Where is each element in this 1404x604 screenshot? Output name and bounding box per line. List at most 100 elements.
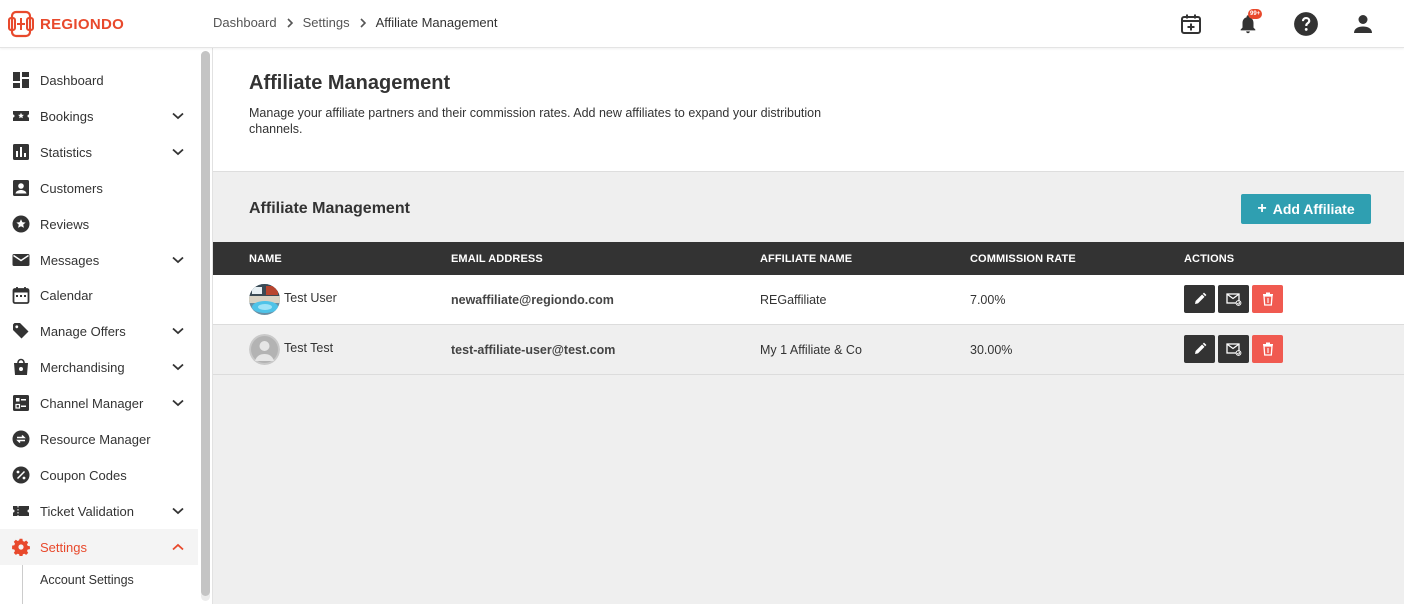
cell-email: newaffiliate@regiondo.com xyxy=(451,293,614,307)
sidebar-item-merchandising[interactable]: Merchandising xyxy=(0,349,198,385)
page-description: Manage your affiliate partners and their… xyxy=(249,106,822,136)
bell-icon[interactable]: 99+ xyxy=(1235,9,1263,37)
sidebar-item-label: Messages xyxy=(40,252,100,268)
sidebar-item-label: Resource Manager xyxy=(40,431,151,447)
bar-chart-icon xyxy=(12,143,30,161)
logo[interactable]: REGIONDO xyxy=(8,9,124,39)
delete-icon xyxy=(1262,292,1273,306)
chevron-down-icon[interactable] xyxy=(170,395,186,411)
sidebar-item-manage-offers[interactable]: Manage Offers xyxy=(0,313,198,349)
sidebar-item-channel-manager[interactable]: Channel Manager xyxy=(0,385,198,421)
table-row: Test Test test-affiliate-user@test.com M… xyxy=(213,325,1404,375)
chevron-down-icon[interactable] xyxy=(170,144,186,160)
regiondo-logo-icon xyxy=(8,10,34,38)
column-header-actions: ACTIONS xyxy=(1184,253,1235,265)
column-header-affiliate-name[interactable]: AFFILIATE NAME xyxy=(760,253,852,265)
checklist-icon xyxy=(12,394,30,412)
sidebar-item-label: Reviews xyxy=(40,216,90,232)
sidebar-item-label: Merchandising xyxy=(40,359,125,375)
dashboard-icon xyxy=(12,71,30,89)
person-box-icon xyxy=(12,179,30,197)
sidebar-item-label: Dashboard xyxy=(40,72,104,88)
help-icon[interactable] xyxy=(1293,11,1319,37)
sidebar-item-label: Channel Manager xyxy=(40,395,144,411)
star-circle-icon xyxy=(12,215,30,233)
cell-affiliate-name: REGaffiliate xyxy=(760,293,827,307)
add-affiliate-button[interactable]: + Add Affiliate xyxy=(1241,194,1371,224)
page-title: Affiliate Management xyxy=(249,72,451,94)
cell-commission-rate: 30.00% xyxy=(970,343,1013,357)
delete-icon xyxy=(1262,342,1273,356)
resend-mail-icon xyxy=(1225,343,1241,356)
sidebar-item-statistics[interactable]: Statistics xyxy=(0,134,198,170)
column-header-commission-rate[interactable]: COMMISSION RATE xyxy=(970,253,1076,265)
avatar xyxy=(249,284,280,315)
sidebar-item-label: Statistics xyxy=(40,144,93,160)
column-header-name[interactable]: NAME xyxy=(249,253,282,265)
breadcrumb-dashboard[interactable]: Dashboard xyxy=(213,15,277,30)
chevron-down-icon[interactable] xyxy=(170,108,186,124)
delete-button[interactable] xyxy=(1252,285,1283,313)
chevron-up-icon[interactable] xyxy=(170,539,186,555)
sidebar-item-messages[interactable]: Messages xyxy=(0,242,198,278)
cell-name: Test User xyxy=(284,291,337,305)
edit-icon xyxy=(1194,292,1206,304)
sidebar-scroll-thumb[interactable] xyxy=(201,51,210,596)
avatar xyxy=(249,334,280,365)
breadcrumb-current: Affiliate Management xyxy=(375,15,498,30)
delete-button[interactable] xyxy=(1252,335,1283,363)
chevron-right-icon xyxy=(286,17,294,28)
sidebar-item-ticket-validation[interactable]: Ticket Validation xyxy=(0,493,198,529)
sidebar-item-coupon-codes[interactable]: Coupon Codes xyxy=(0,457,198,493)
sidebar-item-label: Ticket Validation xyxy=(40,503,134,519)
mail-icon xyxy=(12,251,30,269)
user-icon[interactable] xyxy=(1350,11,1376,37)
cell-name: Test Test xyxy=(284,341,334,355)
chevron-down-icon[interactable] xyxy=(170,503,186,519)
resend-mail-button[interactable] xyxy=(1218,335,1249,363)
sidebar-item-customers[interactable]: Customers xyxy=(0,170,198,206)
gear-icon xyxy=(12,538,30,556)
ticket-icon xyxy=(12,502,30,520)
calendar-add-icon[interactable] xyxy=(1178,11,1204,37)
sidebar-item-resource-manager[interactable]: Resource Manager xyxy=(0,421,198,457)
sidebar-item-label: Settings xyxy=(40,539,87,555)
logo-text: REGIONDO xyxy=(40,15,125,33)
top-bar: REGIONDO Dashboard Settings Affiliate Ma… xyxy=(0,0,1404,48)
plus-icon: + xyxy=(1257,200,1267,217)
sidebar-subitem-next[interactable] xyxy=(22,595,198,604)
sidebar-scrollbar[interactable] xyxy=(201,51,210,601)
cell-commission-rate: 7.00% xyxy=(970,293,1006,307)
sidebar-item-label: Bookings xyxy=(40,108,94,124)
chevron-down-icon[interactable] xyxy=(170,323,186,339)
sidebar-item-dashboard[interactable]: Dashboard xyxy=(0,62,198,98)
breadcrumb-settings[interactable]: Settings xyxy=(303,15,350,30)
chevron-right-icon xyxy=(359,17,367,28)
column-header-email[interactable]: EMAIL ADDRESS xyxy=(451,253,543,265)
table-row: Test User newaffiliate@regiondo.com REGa… xyxy=(213,275,1404,325)
edit-button[interactable] xyxy=(1184,285,1215,313)
sidebar: Dashboard Bookings Statistics Customers … xyxy=(0,48,213,604)
percent-icon xyxy=(12,466,30,484)
table-header: NAME EMAIL ADDRESS AFFILIATE NAME COMMIS… xyxy=(213,242,1404,275)
sidebar-item-label: Manage Offers xyxy=(40,323,126,339)
sidebar-item-calendar[interactable]: Calendar xyxy=(0,277,198,313)
sidebar-item-reviews[interactable]: Reviews xyxy=(0,206,198,242)
breadcrumb: Dashboard Settings Affiliate Management xyxy=(213,15,497,30)
sidebar-item-label: Calendar xyxy=(40,287,93,303)
sidebar-item-settings[interactable]: Settings xyxy=(0,529,198,565)
edit-button[interactable] xyxy=(1184,335,1215,363)
sidebar-item-bookings[interactable]: Bookings xyxy=(0,98,198,134)
edit-icon xyxy=(1194,342,1206,354)
chevron-down-icon[interactable] xyxy=(170,252,186,268)
section-title: Affiliate Management xyxy=(249,200,410,217)
sidebar-item-label: Coupon Codes xyxy=(40,467,127,483)
chevron-down-icon[interactable] xyxy=(170,359,186,375)
ticket-star-icon xyxy=(12,107,30,125)
resend-mail-button[interactable] xyxy=(1218,285,1249,313)
notification-badge: 99+ xyxy=(1248,9,1263,19)
cell-affiliate-name: My 1 Affiliate & Co xyxy=(760,343,862,357)
cell-email: test-affiliate-user@test.com xyxy=(451,343,616,357)
swap-circle-icon xyxy=(12,430,30,448)
sidebar-subitem-account-settings[interactable]: Account Settings xyxy=(22,565,198,595)
